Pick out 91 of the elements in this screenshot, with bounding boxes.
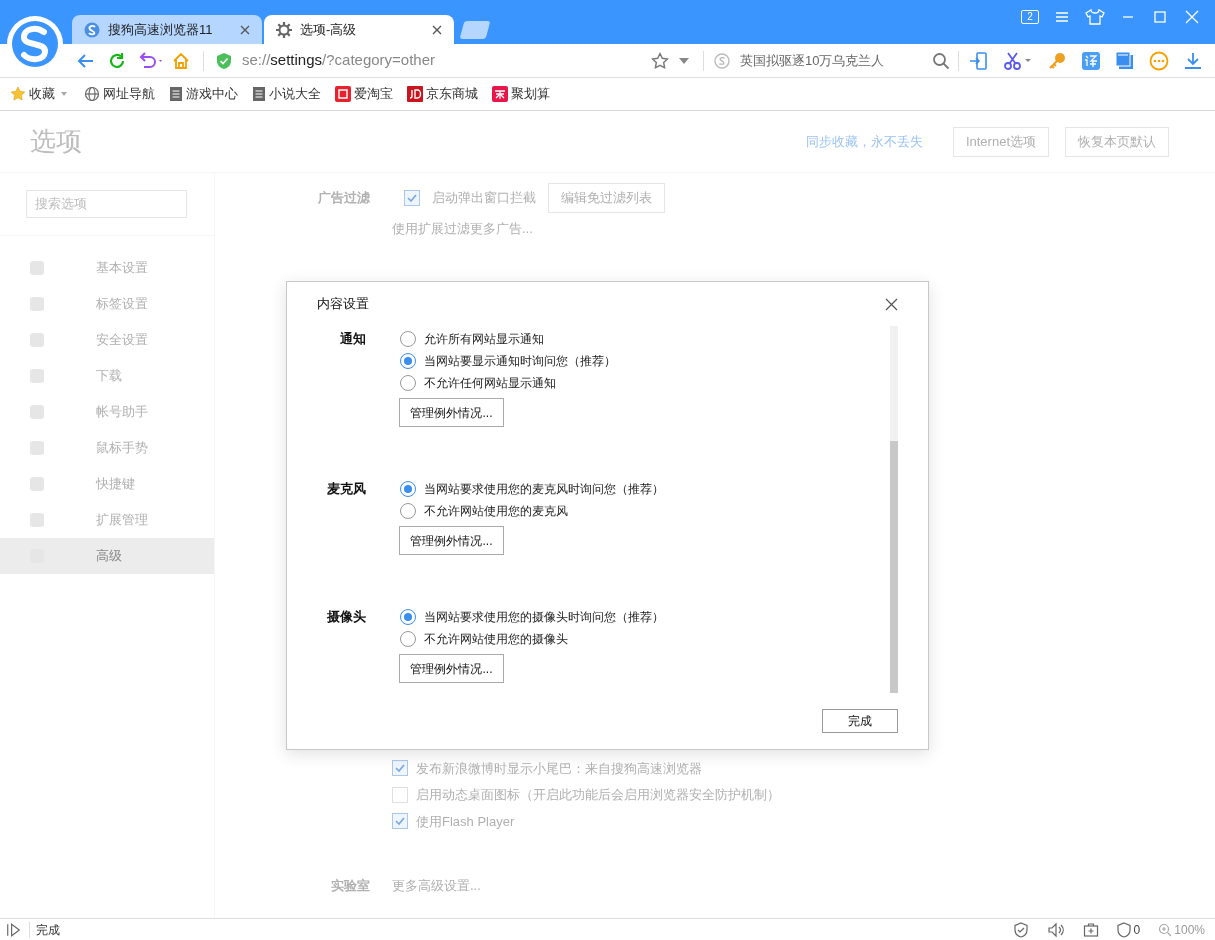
- checkbox-label: 启动弹出窗口拦截: [432, 189, 536, 208]
- section-label: 通知: [339, 330, 367, 348]
- page-title: 选项: [30, 125, 83, 158]
- bookmark-item[interactable]: 游戏中心: [169, 84, 238, 104]
- caret-icon[interactable]: [679, 57, 689, 64]
- check-icon: [406, 192, 418, 204]
- shirt-icon[interactable]: [1085, 8, 1105, 26]
- bookmark-item[interactable]: 网址导航: [84, 84, 155, 104]
- search-icon[interactable]: [932, 51, 950, 70]
- checkbox[interactable]: [404, 190, 420, 206]
- close-icon[interactable]: [240, 24, 250, 35]
- section-label: 实验室: [330, 877, 370, 895]
- radio-label: 不允许网站使用您的麦克风: [424, 503, 568, 520]
- close-icon[interactable]: [432, 24, 442, 35]
- new-tab-button[interactable]: [459, 21, 491, 39]
- checkbox[interactable]: [392, 760, 408, 777]
- shield-icon[interactable]: [1012, 921, 1029, 938]
- page-button[interactable]: 恢复本页默认: [1065, 126, 1169, 157]
- phone-transfer-icon[interactable]: [969, 50, 989, 71]
- scrollbar[interactable]: [890, 326, 898, 693]
- speaker-icon[interactable]: [1046, 921, 1065, 938]
- section-label: 麦克风: [326, 480, 367, 498]
- checkbox-label: 使用Flash Player: [416, 812, 515, 831]
- document-icon: [252, 86, 266, 102]
- sync-link[interactable]: 同步收藏，永不丢失: [805, 131, 923, 152]
- tab-count-button[interactable]: 2: [1021, 10, 1039, 24]
- zoom-indicator[interactable]: 100%: [1158, 920, 1205, 939]
- browser-logo-icon: [84, 21, 100, 38]
- close-icon[interactable]: [885, 297, 898, 311]
- bookmark-item[interactable]: 聚划算: [492, 84, 550, 104]
- gear-icon: [276, 21, 292, 38]
- bookmark-item[interactable]: 收藏: [10, 84, 70, 104]
- zoom-icon: [1158, 922, 1173, 937]
- checkbox[interactable]: [392, 813, 408, 830]
- manage-exceptions-button[interactable]: 管理例外情况...: [399, 654, 504, 683]
- star-icon[interactable]: [651, 51, 669, 70]
- search-engine-icon: [714, 52, 730, 69]
- maximize-icon[interactable]: [1151, 8, 1169, 26]
- ad-block-indicator[interactable]: 0: [1116, 920, 1141, 939]
- radio-label: 不允许任何网站显示通知: [424, 375, 556, 392]
- caret-icon: [58, 91, 70, 97]
- page-button[interactable]: Internet选项: [952, 126, 1049, 157]
- manage-exceptions-button[interactable]: 管理例外情况...: [399, 526, 504, 555]
- check-icon: [394, 762, 406, 775]
- radio-label: 允许所有网站显示通知: [424, 331, 544, 348]
- ad-shield-icon: [1116, 921, 1131, 938]
- site-logo-icon: [407, 86, 423, 102]
- bookmark-item[interactable]: 小说大全: [252, 84, 321, 104]
- bookmark-item[interactable]: 京东商城: [407, 84, 478, 104]
- undo-icon[interactable]: [137, 50, 165, 71]
- shield-icon: [216, 51, 232, 70]
- star-icon: [10, 86, 26, 102]
- site-logo-icon: [335, 86, 351, 102]
- browser-tab[interactable]: 搜狗高速浏览器11: [72, 15, 262, 44]
- globe-icon: [84, 86, 100, 102]
- checkbox-label: 启用动态桌面图标（开启此功能后会启用浏览器安全防护机制）: [416, 786, 780, 804]
- bookmark-item[interactable]: 爱淘宝: [335, 84, 393, 104]
- radio-label: 当网站要求使用您的摄像头时询问您（推荐）: [424, 609, 664, 626]
- section-label: 广告过滤: [317, 189, 370, 208]
- more-settings-link[interactable]: 更多高级设置...: [392, 876, 481, 896]
- medkit-icon[interactable]: [1082, 921, 1099, 938]
- checkbox-label: 发布新浪微博时显示小尾巴：来自搜狗高速浏览器: [416, 759, 702, 778]
- home-icon[interactable]: [171, 50, 191, 71]
- section-label: 摄像头: [326, 608, 367, 626]
- browser-tab[interactable]: 选项-高级: [264, 15, 454, 44]
- tab-title: 搜狗高速浏览器11: [108, 20, 214, 39]
- more-icon[interactable]: [1149, 50, 1169, 71]
- status-text: 完成: [36, 921, 61, 939]
- radio-label: 当网站要求使用您的麦克风时询问您（推荐）: [424, 481, 664, 498]
- checkbox[interactable]: [392, 786, 408, 803]
- translate-icon[interactable]: [1081, 50, 1101, 71]
- sidebar-item[interactable]: 高级: [0, 538, 214, 574]
- search-field[interactable]: 英国拟驱逐10万乌克兰人: [714, 50, 924, 71]
- key-icon[interactable]: [1047, 50, 1067, 71]
- refresh-icon[interactable]: [107, 50, 127, 71]
- scissors-icon[interactable]: [1003, 50, 1033, 71]
- manage-exceptions-button[interactable]: 管理例外情况...: [399, 398, 504, 427]
- page-button[interactable]: 编辑免过滤列表: [548, 183, 665, 213]
- site-logo-icon: [492, 86, 508, 102]
- radio-label: 不允许网站使用您的摄像头: [424, 631, 568, 648]
- download-icon[interactable]: [1183, 50, 1203, 71]
- document-icon: [169, 86, 183, 102]
- search-field[interactable]: 搜索选项: [26, 190, 187, 218]
- done-button[interactable]: 完成: [822, 709, 898, 733]
- dialog-title: 内容设置: [317, 295, 370, 314]
- check-icon: [394, 815, 406, 828]
- window-icon[interactable]: [1115, 50, 1135, 71]
- url-field[interactable]: se://settings/?category=other: [242, 49, 651, 72]
- radio-label: 当网站要显示通知时询问您（推荐）: [424, 353, 616, 370]
- tab-title: 选项-高级: [300, 20, 358, 39]
- extension-link[interactable]: 使用扩展过滤更多广告...: [392, 219, 533, 239]
